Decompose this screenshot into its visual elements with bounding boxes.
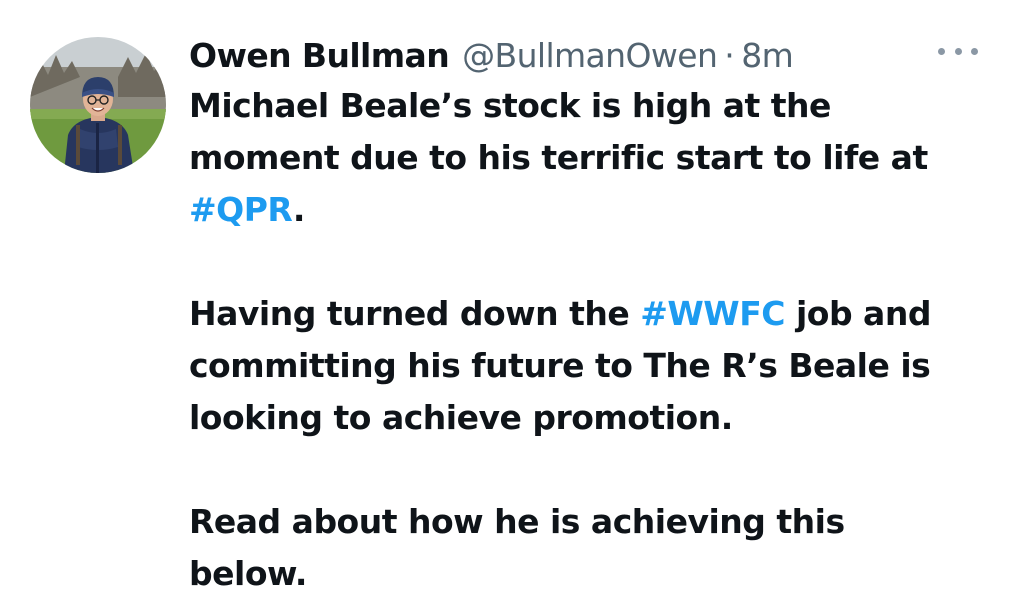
- tweet-line: Having turned down the #WWFC job and: [189, 288, 989, 340]
- separator-dot: ·: [724, 35, 735, 75]
- hashtag-link-wwfc[interactable]: #WWFC: [640, 294, 785, 333]
- tweet-text-segment: Read about how he is achieving this: [189, 502, 845, 541]
- more-dot: [954, 47, 962, 55]
- tweet-text-segment: job and: [784, 294, 931, 333]
- tweet-line: committing his future to The R’s Beale i…: [189, 340, 989, 392]
- more-dot: [938, 47, 945, 55]
- tweet-text-segment: .: [292, 190, 306, 229]
- tweet-text-segment: moment due to his terrific start to life…: [189, 138, 928, 177]
- display-name[interactable]: Owen Bullman: [189, 36, 450, 75]
- more-options-icon[interactable]: [938, 38, 978, 64]
- tweet-line: looking to achieve promotion.: [189, 392, 989, 444]
- tweet-text-segment: looking to achieve promotion.: [189, 398, 733, 437]
- paragraph-break: [189, 444, 989, 496]
- avatar[interactable]: [30, 37, 166, 173]
- tweet-text: Michael Beale’s stock is high at the mom…: [189, 80, 989, 600]
- tweet-text-segment: below.: [189, 554, 307, 593]
- timestamp[interactable]: 8m: [741, 36, 794, 75]
- tweet-header: Owen Bullman @BullmanOwen · 8m: [189, 30, 794, 80]
- tweet-line: Michael Beale’s stock is high at the: [189, 80, 989, 132]
- tweet-line: #QPR.: [189, 184, 989, 236]
- tweet-text-segment: committing his future to The R’s Beale i…: [189, 346, 931, 385]
- hashtag-link-qpr[interactable]: #QPR: [189, 190, 293, 229]
- user-handle[interactable]: @BullmanOwen: [462, 36, 718, 75]
- tweet-line: below.: [189, 548, 989, 600]
- tweet-text-segment: Having turned down the: [189, 294, 641, 333]
- tweet-text-segment: Michael Beale’s stock is high at the: [189, 86, 831, 125]
- tweet-line: moment due to his terrific start to life…: [189, 132, 989, 184]
- paragraph-break: [189, 236, 989, 288]
- tweet-line: Read about how he is achieving this: [189, 496, 989, 548]
- profile-photo-avatar-icon: [30, 37, 166, 173]
- more-dot: [971, 47, 978, 55]
- tweet: Owen Bullman @BullmanOwen · 8m Michael B…: [0, 0, 1024, 598]
